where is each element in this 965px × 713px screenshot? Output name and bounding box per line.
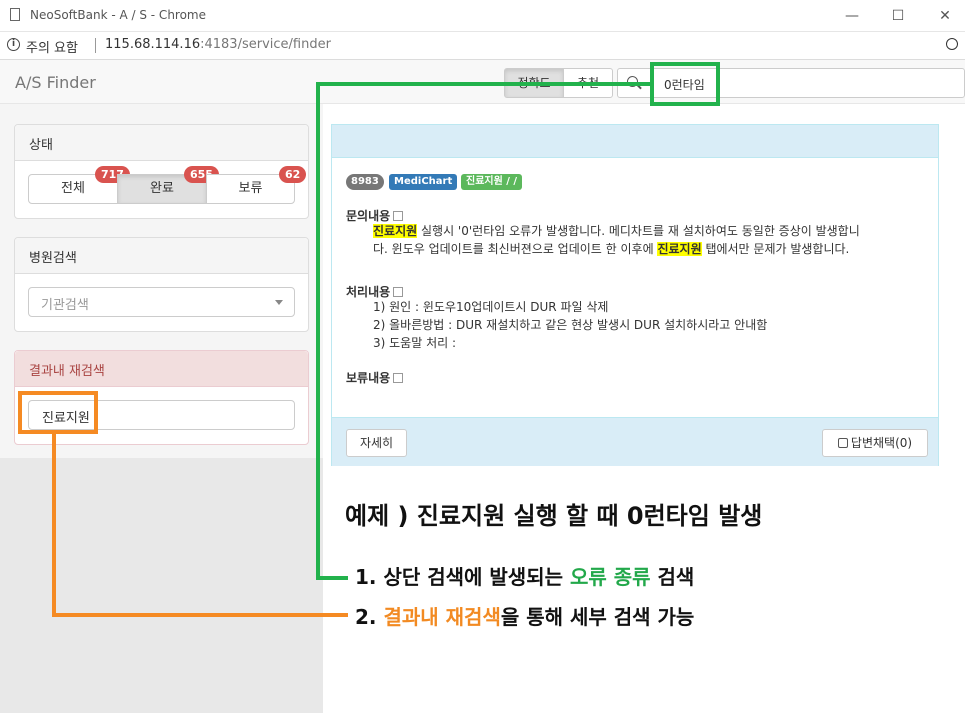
step-2-text: 2. 결과내 재검색을 통해 세부 검색 가능 [355, 605, 695, 629]
processing-line: 3) 도움말 처리 : [373, 336, 457, 350]
refine-panel-title: 결과내 재검색 [15, 351, 308, 387]
status-panel: 상태 전체 717 완료 655 보류 62 [14, 124, 309, 219]
card-header [332, 125, 938, 158]
green-connector [316, 576, 348, 580]
hospital-select-placeholder: 기관검색 [41, 298, 89, 313]
url-text[interactable]: 115.68.114.16:4183/service/finder [105, 37, 331, 52]
edit-icon[interactable] [393, 287, 404, 297]
page-icon [10, 8, 20, 21]
security-warning[interactable]: 주의 요함 [26, 37, 78, 56]
status-hold-button[interactable]: 보류 62 [206, 166, 307, 204]
detail-button[interactable]: 자세히 [346, 429, 407, 457]
maximize-icon[interactable]: ☐ [888, 6, 908, 26]
example-title: 예제 ) 진료지원 실행 할 때 0런타임 발생 [345, 502, 763, 530]
hospital-panel-title: 병원검색 [15, 238, 308, 274]
result-card: 8983 MediChart 진료지원 / / 문의내용 진료지원 실행시 '0… [331, 124, 939, 466]
hold-heading: 보류내용 [346, 369, 404, 386]
inquiry-line-1: 진료지원 실행시 '0'런타임 오류가 발생합니다. 메디차트를 재 설치하여도… [373, 224, 860, 238]
category-label: 진료지원 / / [461, 174, 523, 190]
orange-connector [52, 434, 56, 617]
refine-highlight-box [18, 391, 98, 434]
chevron-down-icon [275, 300, 283, 305]
window-title: NeoSoftBank - A / S - Chrome [30, 8, 207, 22]
edit-icon[interactable] [393, 211, 404, 221]
brand[interactable]: A/S Finder [15, 73, 96, 92]
green-connector [316, 82, 320, 580]
thumbs-up-icon [837, 438, 848, 448]
status-panel-title: 상태 [15, 125, 308, 161]
step-1-text: 1. 상단 검색에 발생되는 오류 종류 검색 [355, 565, 695, 589]
zoom-icon[interactable] [946, 38, 958, 50]
edit-icon[interactable] [393, 373, 404, 383]
status-done-button[interactable]: 완료 655 [117, 166, 219, 204]
status-all-button[interactable]: 전체 717 [28, 166, 130, 204]
inquiry-line-2: 다. 윈도우 업데이트를 최신버젼으로 업데이트 한 이후에 진료지원 탭에서만… [373, 242, 850, 256]
info-icon[interactable]: i [7, 38, 20, 51]
address-bar[interactable]: i 주의 요함 115.68.114.16:4183/service/finde… [0, 32, 965, 60]
accept-answer-button[interactable]: 답변채택(0) [822, 429, 928, 457]
count-badge: 62 [279, 166, 307, 183]
ticket-number-label: 8983 [346, 174, 384, 190]
processing-line: 2) 올바른방법 : DUR 재설치하고 같은 현상 발생시 DUR 설치하시라… [373, 318, 768, 332]
hospital-panel: 병원검색 기관검색 [14, 237, 309, 332]
divider [95, 38, 96, 53]
product-label: MediChart [389, 174, 458, 190]
minimize-icon[interactable]: — [842, 6, 862, 26]
processing-line: 1) 원인 : 윈도우10업데이트시 DUR 파일 삭제 [373, 300, 609, 314]
hospital-select[interactable]: 기관검색 [28, 287, 295, 317]
green-connector [316, 82, 650, 86]
search-highlight-box [650, 62, 720, 106]
browser-titlebar: NeoSoftBank - A / S - Chrome — ☐ ✕ [0, 0, 965, 32]
close-icon[interactable]: ✕ [935, 6, 955, 26]
orange-connector [52, 613, 348, 617]
